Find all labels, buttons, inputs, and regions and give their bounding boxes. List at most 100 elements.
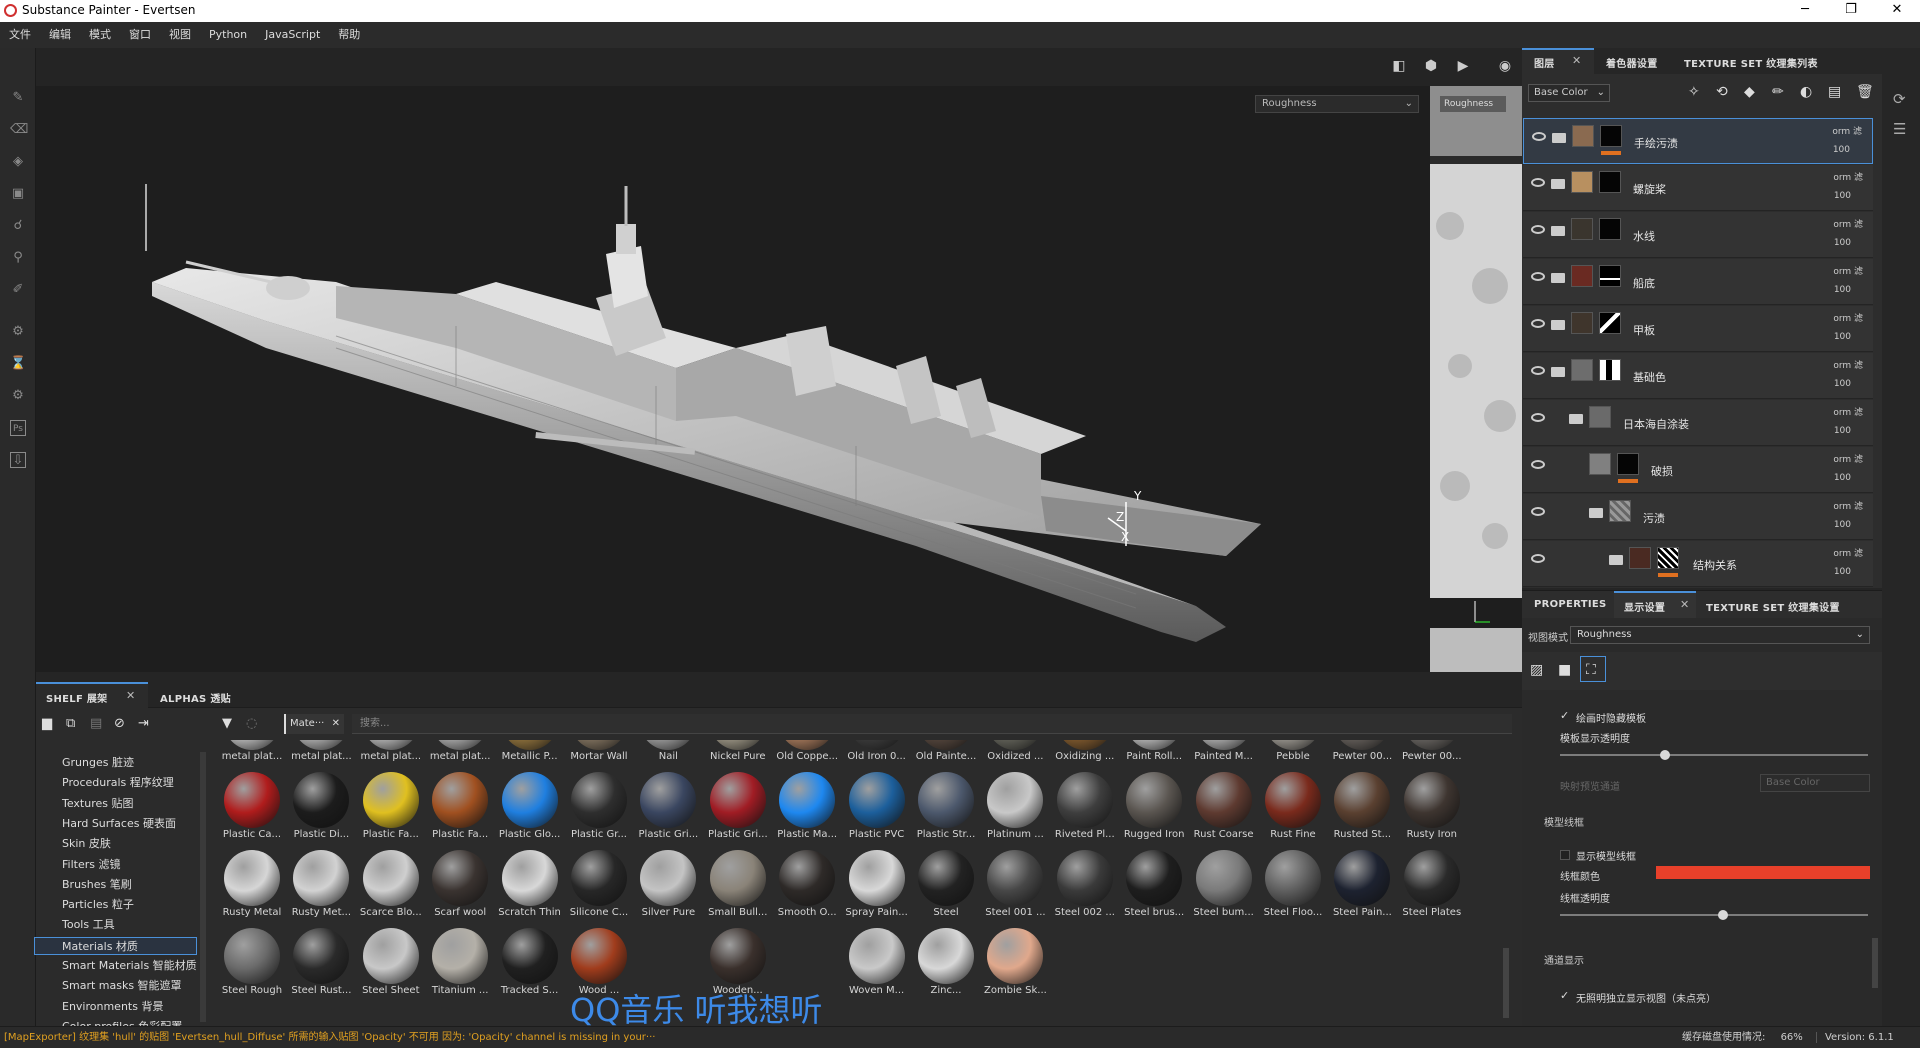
tab-display-settings[interactable]: 显示设置: [1624, 599, 1665, 614]
material-item[interactable]: Plastic Str...: [912, 772, 976, 848]
material-item[interactable]: Steel 002 ...: [1051, 850, 1115, 926]
category-scrollbar[interactable]: [200, 752, 206, 1022]
image-icon[interactable]: ▨: [1530, 662, 1543, 678]
hide-icon[interactable]: ⊘: [114, 716, 125, 731]
delete-icon[interactable]: 🗑: [1856, 84, 1874, 100]
add-effect-icon[interactable]: ⟲: [1716, 84, 1728, 100]
layer-blend[interactable]: orm 滤: [1833, 358, 1863, 371]
geometry-mask-icon[interactable]: ▣: [10, 186, 26, 202]
category-item[interactable]: Grunges 脏迹: [62, 754, 134, 772]
material-item[interactable]: Metallic P...: [496, 740, 560, 770]
search-input[interactable]: 搜索...: [352, 714, 1512, 734]
material-item[interactable]: Rusted St...: [1328, 772, 1392, 848]
material-item[interactable]: Plastic Gri...: [634, 772, 698, 848]
camera-icon[interactable]: ■: [1558, 662, 1571, 678]
material-item[interactable]: Platinum ...: [981, 772, 1045, 848]
material-item[interactable]: Rusty Met...: [287, 850, 351, 926]
layer-blend[interactable]: orm 滤: [1833, 311, 1863, 324]
log-icon[interactable]: ☰: [1893, 120, 1906, 138]
slider-knob[interactable]: [1718, 910, 1728, 920]
material-item[interactable]: Zombie Sk...: [981, 928, 1047, 1004]
material-item[interactable]: Painted M...: [1190, 740, 1254, 770]
layer-opacity[interactable]: 100: [1833, 145, 1850, 155]
layer-row[interactable]: 结构关系 orm 滤 100: [1523, 541, 1873, 587]
material-item[interactable]: Rusty Metal: [218, 850, 282, 926]
layer-blend[interactable]: orm 滤: [1833, 546, 1863, 559]
material-item[interactable]: Plastic Di...: [287, 772, 351, 848]
scrollbar[interactable]: [1872, 938, 1878, 988]
eye-icon[interactable]: [1531, 272, 1545, 281]
layer-row[interactable]: 基础色 orm 滤 100: [1523, 353, 1873, 399]
no-light-checkbox[interactable]: ✓: [1560, 990, 1571, 1001]
menu-python[interactable]: Python: [200, 22, 256, 48]
add-paint-layer-icon[interactable]: ✏: [1772, 84, 1784, 100]
tab-layers[interactable]: 图层: [1534, 55, 1555, 70]
eye-icon[interactable]: [1531, 554, 1545, 563]
layer-opacity[interactable]: 100: [1834, 520, 1851, 530]
material-item[interactable]: Scratch Thin: [496, 850, 561, 926]
tab-alphas[interactable]: ALPHAS 透贴: [160, 690, 231, 705]
material-item[interactable]: Oxidized ...: [981, 740, 1045, 770]
close-icon[interactable]: ✕: [1680, 598, 1689, 611]
uv-channel-label[interactable]: Roughness: [1440, 96, 1506, 112]
material-item[interactable]: Silver Pure: [634, 850, 698, 926]
layer-row[interactable]: 污渍 orm 滤 100: [1523, 494, 1873, 540]
layer-opacity[interactable]: 100: [1834, 191, 1851, 201]
magic-wand-icon[interactable]: ✧: [1688, 84, 1700, 100]
material-item[interactable]: Oxidizing ...: [1051, 740, 1115, 770]
eye-icon[interactable]: [1531, 366, 1545, 375]
material-item[interactable]: Zinc...: [912, 928, 976, 1004]
layer-row[interactable]: 甲板 orm 滤 100: [1523, 306, 1873, 352]
material-item[interactable]: Scarf wool: [426, 850, 490, 926]
menu-file[interactable]: 文件: [0, 22, 40, 48]
material-item[interactable]: Plastic PVC: [843, 772, 907, 848]
material-item[interactable]: Steel Sheet: [357, 928, 421, 1004]
view-mode-select[interactable]: Roughness ⌄: [1570, 626, 1870, 644]
folder-icon[interactable]: ▆: [42, 716, 52, 731]
view-mode-icon[interactable]: ◧: [1388, 58, 1410, 78]
refresh-icon[interactable]: ◌: [246, 716, 257, 731]
material-item[interactable]: Woven M...: [843, 928, 907, 1004]
layer-opacity[interactable]: 100: [1834, 285, 1851, 295]
category-item[interactable]: Skin 皮肤: [62, 835, 111, 853]
layer-row[interactable]: 螺旋桨 orm 滤 100: [1523, 165, 1873, 211]
material-item[interactable]: Steel Pain...: [1328, 850, 1392, 926]
layer-blend[interactable]: orm 滤: [1833, 452, 1863, 465]
material-item[interactable]: Plastic Fa...: [426, 772, 490, 848]
layer-row[interactable]: 日本海自涂装 orm 滤 100: [1523, 400, 1873, 446]
folder-open-icon[interactable]: [1551, 367, 1565, 377]
material-item[interactable]: Scarce Blo...: [357, 850, 422, 926]
category-item[interactable]: Smart Materials 智能材质: [62, 957, 197, 975]
photoshop-icon[interactable]: Ps: [10, 420, 26, 436]
material-item[interactable]: Pebble: [1259, 740, 1323, 770]
category-item[interactable]: Tools 工具: [62, 916, 115, 934]
menu-javascript[interactable]: JavaScript: [256, 22, 329, 48]
bake-icon[interactable]: ⌛: [10, 356, 26, 372]
folder-open-icon[interactable]: [1589, 508, 1603, 518]
eye-icon[interactable]: [1532, 132, 1546, 141]
material-item[interactable]: Rust Fine: [1259, 772, 1323, 848]
category-item[interactable]: Smart masks 智能遮罩: [62, 977, 182, 995]
material-item[interactable]: Plastic Ma...: [773, 772, 837, 848]
projection-channel-select[interactable]: Base Color: [1760, 774, 1870, 792]
material-item[interactable]: Plastic Glo...: [496, 772, 560, 848]
category-item[interactable]: Particles 粒子: [62, 896, 134, 914]
category-item[interactable]: Procedurals 程序纹理: [62, 774, 174, 792]
plugin-icon[interactable]: ⚙: [10, 388, 26, 404]
material-item[interactable]: Plastic Fa...: [357, 772, 421, 848]
layer-opacity[interactable]: 100: [1834, 567, 1851, 577]
tab-texture-set-settings[interactable]: TEXTURE SET 纹理集设置: [1706, 599, 1840, 614]
close-icon[interactable]: ✕: [332, 714, 340, 734]
material-item[interactable]: Riveted Pl...: [1051, 772, 1115, 848]
material-item[interactable]: Old Painte...: [912, 740, 976, 770]
add-fill-layer-icon[interactable]: ◆: [1744, 84, 1755, 100]
template-opacity-slider[interactable]: [1560, 754, 1868, 756]
channel-select[interactable]: Base Color ⌄: [1528, 84, 1610, 102]
eye-icon[interactable]: [1531, 225, 1545, 234]
3d-viewport[interactable]: Y Z X: [36, 86, 1430, 672]
filter-chip[interactable]: Mate··· ✕: [284, 714, 344, 734]
category-item[interactable]: Hard Surfaces 硬表面: [62, 815, 176, 833]
category-item[interactable]: Filters 滤镜: [62, 856, 120, 874]
material-item[interactable]: Steel Plates: [1398, 850, 1462, 926]
eye-icon[interactable]: [1531, 460, 1545, 469]
